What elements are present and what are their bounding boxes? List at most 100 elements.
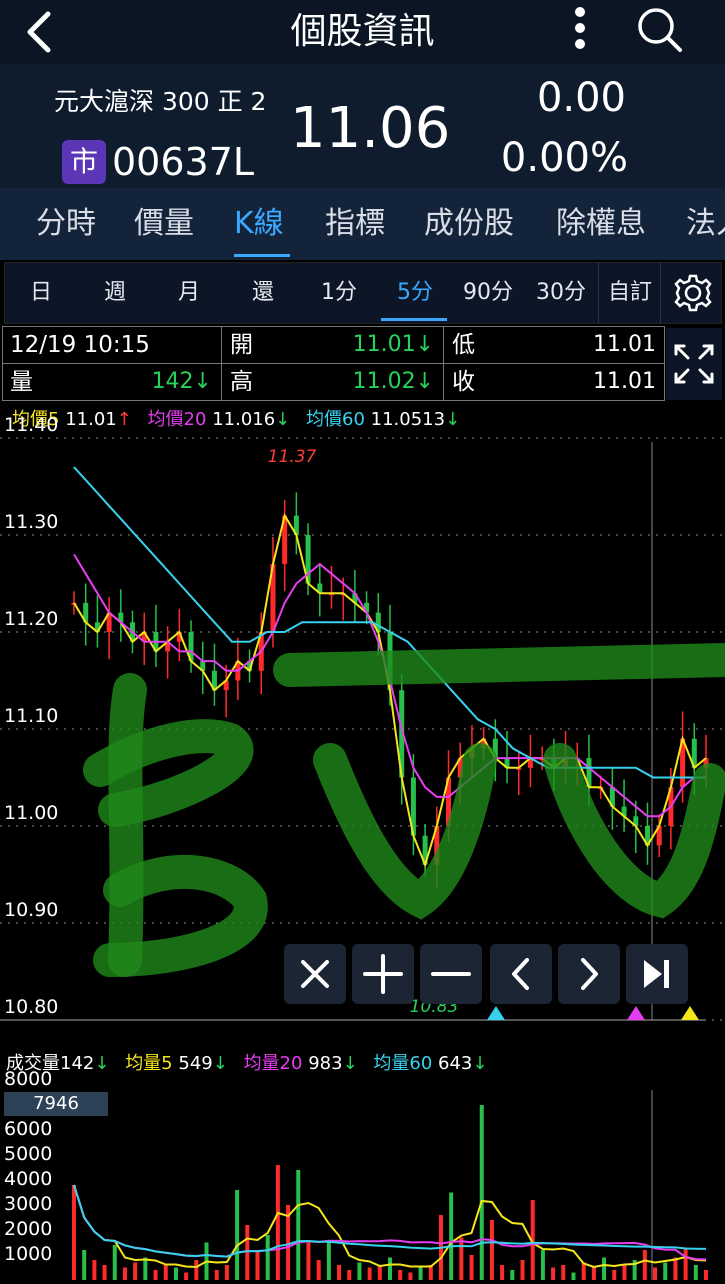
custom-period-button[interactable]: 自訂 [601, 263, 659, 323]
volume-bar [622, 1265, 627, 1280]
active-period-indicator [381, 318, 447, 321]
volume-bar [377, 1265, 382, 1280]
more-options-button[interactable] [560, 4, 600, 56]
volume-bar [194, 1260, 199, 1280]
separator [598, 262, 599, 324]
period-90min[interactable]: 90分 [453, 263, 523, 323]
period-week[interactable]: 週 [85, 263, 145, 323]
volume-bar [602, 1257, 607, 1280]
volume-bar [540, 1250, 545, 1280]
v5-label: 均量5 [125, 1053, 173, 1074]
period-1min[interactable]: 1分 [307, 263, 371, 323]
scroll-left-button[interactable] [490, 944, 552, 1004]
v20-arrow: ↓ [342, 1053, 358, 1074]
v5-value: 549 [178, 1053, 213, 1074]
separator [660, 262, 661, 324]
period-5min[interactable]: 5分 [382, 263, 448, 323]
ma5-arrow: ↑ [116, 409, 132, 430]
volume-bar [82, 1250, 87, 1280]
tab-constituents[interactable]: 成份股 [424, 188, 514, 260]
volume-ma-line [73, 1184, 707, 1269]
volume-bar [663, 1262, 668, 1280]
scroll-right-button[interactable] [558, 944, 620, 1004]
volume-bar [449, 1192, 454, 1280]
tab-intraday[interactable]: 分時 [36, 188, 96, 260]
y-tick-label: 11.30 [4, 511, 59, 533]
volume-chart[interactable] [0, 1080, 725, 1284]
volume-bar [673, 1257, 678, 1280]
chevron-right-icon [581, 958, 598, 990]
period-month[interactable]: 月 [159, 263, 219, 323]
volume-tick-label: 4000 [4, 1168, 53, 1190]
period-30min[interactable]: 30分 [527, 263, 595, 323]
ma-legend: 均價5 11.01↑ 均價20 11.016↓ 均價60 11.0513↓ [12, 408, 460, 432]
plus-icon [363, 954, 403, 994]
settings-button[interactable] [667, 263, 719, 323]
volume-bar [469, 1255, 474, 1280]
volume-bar [184, 1272, 189, 1280]
zoom-in-button[interactable] [352, 944, 414, 1004]
active-tab-indicator [234, 254, 290, 257]
low-value: 11.01 [593, 332, 656, 357]
period-restored[interactable]: 還 [233, 263, 293, 323]
volume-bar [72, 1185, 76, 1280]
volume-bar [581, 1262, 586, 1280]
jump-to-latest-button[interactable] [626, 944, 688, 1004]
volume-bar [245, 1225, 250, 1280]
ohlc-datetime: 12/19 10:15 [10, 332, 150, 358]
y-tick-label: 11.10 [4, 705, 59, 727]
volume-bar [357, 1262, 362, 1280]
volume-bar [337, 1265, 342, 1280]
volume-bar [642, 1250, 647, 1280]
volume-bar [173, 1267, 178, 1280]
expand-icon [674, 344, 714, 384]
stock-code: 00637L [112, 140, 255, 184]
tab-kline[interactable]: K線 [234, 188, 284, 260]
volume-bar [459, 1237, 464, 1280]
tab-dividends[interactable]: 除權息 [556, 188, 646, 260]
open-value: 11.01↓ [352, 332, 434, 357]
volume-bar [306, 1240, 311, 1280]
volume-bar [296, 1170, 301, 1280]
minus-icon [431, 972, 471, 976]
y-tick-label: 10.90 [4, 899, 59, 921]
open-label: 開 [230, 332, 253, 358]
tab-price-volume[interactable]: 價量 [134, 188, 194, 260]
close-chart-button[interactable] [284, 944, 346, 1004]
v60-label: 均量60 [373, 1053, 433, 1074]
volume-bar [347, 1270, 352, 1280]
volume-bar [112, 1245, 117, 1280]
fullscreen-button[interactable] [666, 328, 722, 400]
volume-bar [163, 1265, 168, 1280]
price-change-percent: 0.00% [500, 135, 628, 181]
v20-label: 均量20 [243, 1053, 303, 1074]
volume-legend-value: 142 [60, 1053, 95, 1074]
volume-bar [255, 1250, 260, 1280]
volume-bar [367, 1267, 372, 1280]
search-button[interactable] [632, 4, 688, 56]
volume-bar [388, 1257, 392, 1280]
tab-indicators[interactable]: 指標 [325, 188, 385, 260]
tab-institutional[interactable]: 法人 [686, 188, 725, 260]
volume-bar [143, 1257, 148, 1280]
close-icon [301, 960, 329, 988]
stock-name: 元大滬深 300 正 2 [54, 87, 267, 116]
volume-bar [500, 1265, 505, 1280]
volume-bar [102, 1265, 107, 1280]
ma60-label: 均價60 [306, 409, 365, 430]
volume-bar [133, 1262, 138, 1280]
ma20-label: 均價20 [147, 409, 207, 430]
zoom-out-button[interactable] [420, 944, 482, 1004]
period-day[interactable]: 日 [11, 263, 71, 323]
gear-icon [674, 274, 712, 312]
volume-tick-label: 5000 [4, 1143, 53, 1165]
volume-bar [92, 1260, 97, 1280]
volume-bar [693, 1265, 698, 1280]
skip-end-icon [644, 960, 669, 988]
volume-bar [214, 1270, 219, 1280]
volume-bar [265, 1235, 270, 1280]
volume-bar [561, 1265, 566, 1280]
volume-plot [72, 1090, 708, 1280]
search-icon [638, 8, 682, 52]
volume-bar [479, 1105, 484, 1280]
